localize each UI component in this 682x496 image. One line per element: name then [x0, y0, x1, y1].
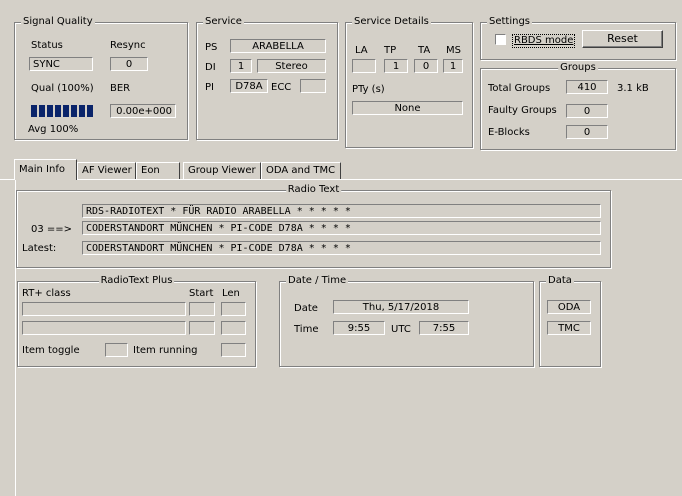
ta-label: TA — [418, 45, 431, 56]
groups-title: Groups — [558, 62, 598, 74]
qual-label: Qual (100%) — [31, 83, 94, 94]
reset-button[interactable]: Reset — [582, 30, 663, 48]
tp-label: TP — [384, 45, 397, 56]
start-label: Start — [189, 288, 214, 299]
pi-field: D78A — [230, 79, 268, 93]
rt-start-field-1 — [189, 302, 215, 316]
quality-segment — [87, 105, 93, 117]
radiotext-line-2: CODERSTANDORT MÜNCHEN * PI-CODE D78A * *… — [82, 221, 601, 235]
utc-label: UTC — [391, 324, 411, 335]
la-label: LA — [355, 45, 368, 56]
tab-eon[interactable]: Eon — [136, 162, 180, 179]
utc-field: 7:55 — [419, 321, 469, 335]
item-running-field — [221, 343, 246, 357]
rt-start-field-2 — [189, 321, 215, 335]
radiotext-counter-label: 03 ==> — [31, 224, 73, 235]
rbds-mode-label[interactable]: RBDS mode — [512, 34, 576, 48]
len-label: Len — [222, 288, 240, 299]
tab-group-viewer[interactable]: Group Viewer — [183, 162, 261, 179]
pty-field: None — [352, 101, 463, 115]
faulty-groups-field: 0 — [566, 104, 608, 118]
latest-label: Latest: — [22, 243, 57, 254]
resync-field: 0 — [110, 57, 148, 71]
item-running-label: Item running — [133, 345, 198, 356]
tab-oda-and-tmc[interactable]: ODA and TMC — [261, 162, 341, 179]
item-toggle-field — [105, 343, 128, 357]
quality-segment — [47, 105, 53, 117]
radio-text-title: Radio Text — [285, 184, 342, 196]
pty-label: PTy (s) — [352, 84, 385, 95]
date-time-title: Date / Time — [286, 275, 349, 287]
rt-len-field-1 — [221, 302, 246, 316]
rt-class-field-2 — [22, 321, 186, 335]
rt-len-field-2 — [221, 321, 246, 335]
radiotext-latest: CODERSTANDORT MÜNCHEN * PI-CODE D78A * *… — [82, 241, 601, 255]
di-field: 1 — [230, 59, 252, 73]
tab-baseline — [0, 179, 15, 180]
quality-segment — [31, 105, 37, 117]
oda-field: ODA — [547, 300, 591, 314]
ecc-label: ECC — [271, 82, 292, 93]
status-field: SYNC — [29, 57, 93, 71]
total-groups-field: 410 — [566, 80, 608, 94]
ecc-field — [300, 79, 326, 93]
tmc-field: TMC — [547, 321, 591, 335]
total-size-label: 3.1 kB — [617, 83, 649, 94]
quality-segment — [63, 105, 69, 117]
la-field — [352, 59, 376, 73]
faulty-groups-label: Faulty Groups — [488, 105, 557, 116]
quality-segment — [39, 105, 45, 117]
ms-field: 1 — [443, 59, 463, 73]
radiotext-line-1: RDS-RADIOTEXT * FÜR RADIO ARABELLA * * *… — [82, 204, 601, 218]
quality-segment — [55, 105, 61, 117]
ps-field: ARABELLA — [230, 39, 326, 53]
service-details-title: Service Details — [352, 16, 431, 28]
stereo-field: Stereo — [257, 59, 326, 73]
time-label: Time — [294, 324, 319, 335]
date-field: Thu, 5/17/2018 — [333, 300, 469, 314]
ms-label: MS — [446, 45, 461, 56]
service-title: Service — [203, 16, 244, 28]
rbds-mode-checkbox[interactable] — [495, 34, 506, 45]
ber-label: BER — [110, 83, 131, 94]
e-blocks-field: 0 — [566, 125, 608, 139]
rt-class-label: RT+ class — [22, 288, 71, 299]
quality-segment — [71, 105, 77, 117]
ta-field: 0 — [414, 59, 438, 73]
settings-title: Settings — [487, 16, 533, 28]
data-title: Data — [546, 275, 574, 287]
ps-label: PS — [205, 42, 218, 53]
tab-af-viewer[interactable]: AF Viewer — [77, 162, 136, 179]
quality-segment — [79, 105, 85, 117]
ber-field: 0.00e+000 — [110, 104, 176, 118]
date-label: Date — [294, 303, 318, 314]
total-groups-label: Total Groups — [488, 83, 551, 94]
radiotext-plus-title: RadioText Plus — [98, 275, 175, 287]
signal-quality-title: Signal Quality — [21, 16, 95, 28]
item-toggle-label: Item toggle — [22, 345, 80, 356]
tab-main-info[interactable]: Main Info — [14, 159, 77, 180]
rt-class-field-1 — [22, 302, 186, 316]
e-blocks-label: E-Blocks — [488, 127, 530, 138]
time-field: 9:55 — [333, 321, 385, 335]
pi-label: PI — [205, 82, 214, 93]
avg-label: Avg 100% — [28, 124, 79, 135]
tp-field: 1 — [384, 59, 408, 73]
di-label: DI — [205, 62, 216, 73]
resync-label: Resync — [110, 40, 146, 51]
status-label: Status — [31, 40, 63, 51]
signal-quality-bar — [31, 105, 93, 117]
